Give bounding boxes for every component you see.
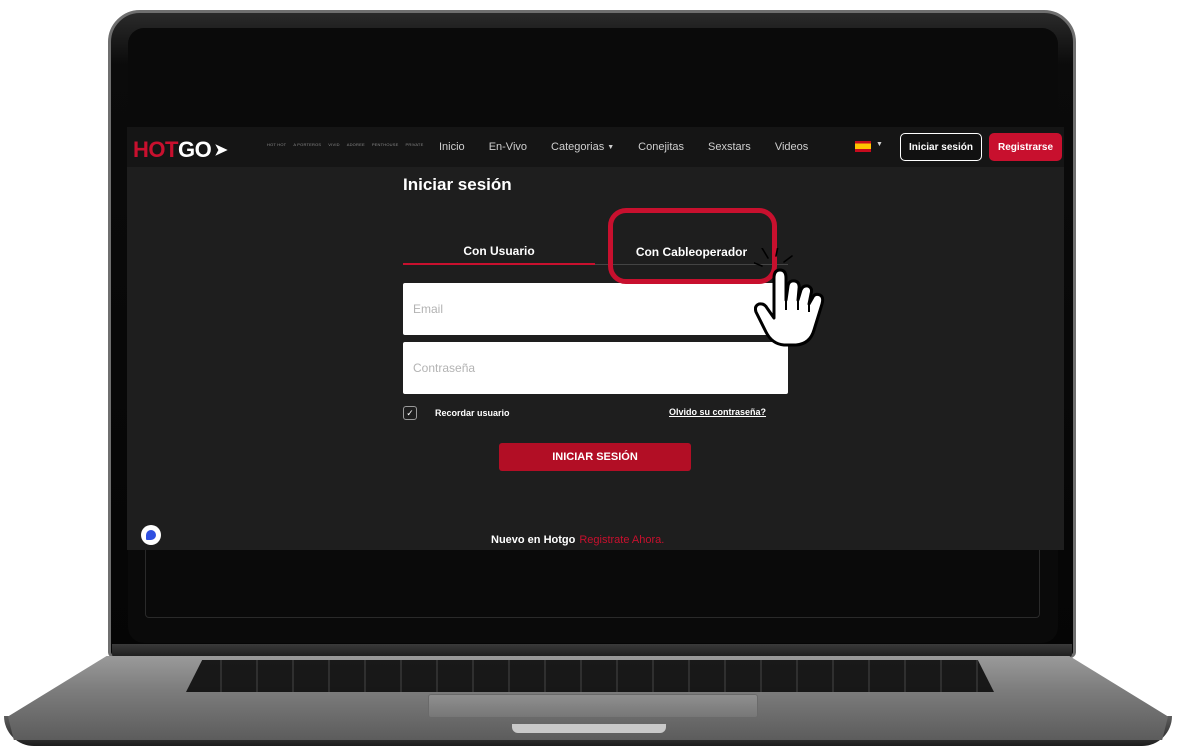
nav-register-button[interactable]: Registrarse: [989, 133, 1062, 161]
hotgo-logo[interactable]: HOT GO ➤: [133, 137, 228, 163]
remember-label: Recordar usuario: [435, 408, 510, 418]
partner-logo[interactable]: ADOREE: [347, 142, 365, 147]
hand-pointer-icon: [754, 248, 825, 347]
logo-hot-text: HOT: [133, 137, 178, 162]
site-navbar: HOT GO ➤ HOT HOT A PORTEROS Vivid ADOREE P…: [127, 127, 1064, 167]
email-field[interactable]: Email: [403, 283, 788, 335]
partner-logo[interactable]: PRIVATE: [406, 142, 424, 147]
nav-login-button[interactable]: Iniciar sesión: [900, 133, 982, 161]
spain-flag-icon[interactable]: [855, 141, 871, 152]
partner-logos: HOT HOT A PORTEROS Vivid ADOREE PENTHOUS…: [267, 142, 423, 147]
chat-widget-button[interactable]: [141, 525, 161, 545]
nav-link-categorias[interactable]: Categorias ▼: [551, 141, 614, 153]
password-field[interactable]: Contraseña: [403, 342, 788, 394]
tab-con-usuario[interactable]: Con Usuario: [403, 239, 595, 265]
remember-user: ✓ Recordar usuario: [403, 406, 510, 420]
signup-prompt: Nuevo en Hotgo Registrate Ahora.: [491, 534, 664, 546]
nav-link-videos[interactable]: Videos: [775, 141, 808, 153]
lid-notch: [512, 724, 666, 733]
page-title: Iniciar sesión: [403, 175, 512, 194]
nav-link-inicio[interactable]: Inicio: [439, 141, 465, 153]
chat-bubble-icon: [146, 530, 156, 540]
signup-text: Nuevo en Hotgo: [491, 534, 576, 546]
forgot-password-link[interactable]: Olvido su contraseña?: [669, 407, 766, 417]
nav-link-en-vivo[interactable]: En-Vivo: [489, 141, 527, 153]
nav-links: Inicio En-Vivo Categorias ▼ Conejitas Sex…: [439, 141, 808, 153]
nav-link-conejitas[interactable]: Conejitas: [638, 141, 684, 153]
login-submit-button[interactable]: INICIAR SESIÓN: [499, 443, 691, 471]
screen-lower-area: [145, 550, 1040, 618]
chevron-down-icon: ▼: [607, 143, 615, 151]
remember-checkbox[interactable]: ✓: [403, 406, 417, 420]
keyboard: [186, 660, 994, 692]
cableoperador-highlight-box: [608, 208, 777, 284]
nav-link-sexstars[interactable]: Sexstars: [708, 141, 751, 153]
signup-link[interactable]: Registrate Ahora.: [579, 534, 664, 546]
nav-link-categorias-label: Categorias: [551, 141, 605, 153]
partner-logo[interactable]: Vivid: [328, 142, 339, 147]
logo-go-text: GO: [177, 137, 212, 162]
password-placeholder: Contraseña: [413, 361, 476, 375]
browser-viewport: HOT GO ➤ HOT HOT A PORTEROS Vivid ADOREE P…: [127, 127, 1064, 550]
partner-logo[interactable]: HOT HOT: [267, 142, 286, 147]
partner-logo[interactable]: A PORTEROS: [293, 142, 321, 147]
email-placeholder: Email: [413, 302, 444, 316]
logo-arrow-icon: ➤: [214, 142, 228, 159]
language-chevron-down-icon[interactable]: ▼: [876, 141, 883, 148]
laptop-hinge: [112, 644, 1072, 658]
partner-logo[interactable]: PENTHOUSE: [372, 142, 399, 147]
trackpad: [428, 694, 758, 718]
